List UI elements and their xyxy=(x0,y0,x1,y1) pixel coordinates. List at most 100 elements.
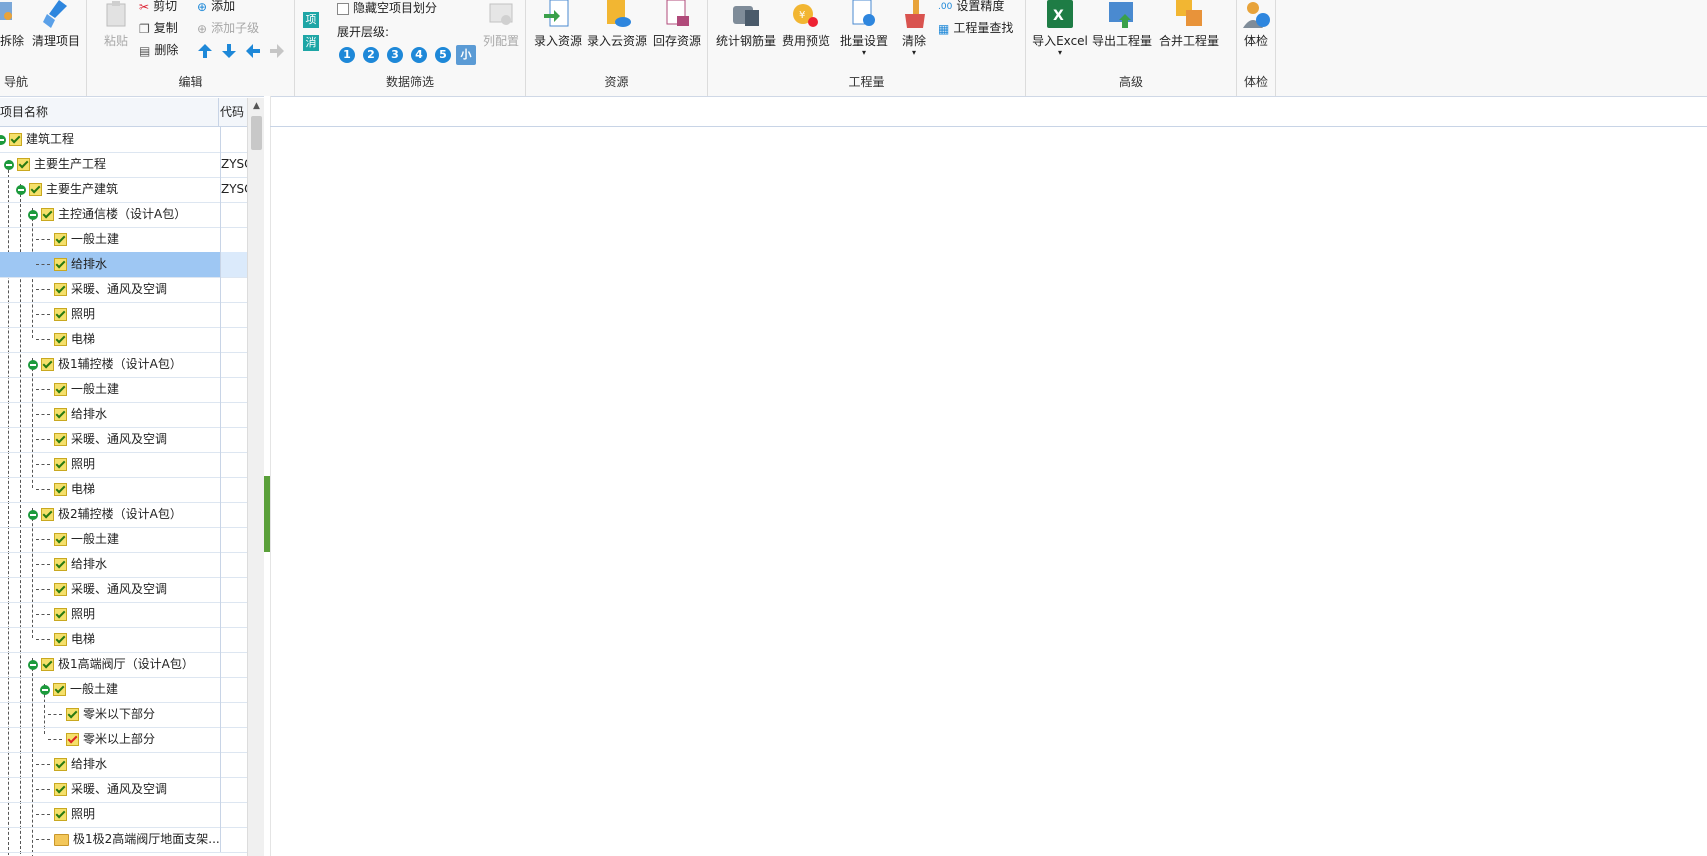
copy-button[interactable]: ❐ 复制 xyxy=(139,18,178,38)
tree-row[interactable]: 极1辅控楼（设计A包） xyxy=(0,352,247,378)
checkbox-checked-icon[interactable] xyxy=(54,283,67,296)
move-down-icon[interactable] xyxy=(221,43,237,59)
save-resource-button[interactable]: 回存资源 xyxy=(651,0,703,49)
tree-row[interactable]: 建筑工程 xyxy=(0,127,247,153)
checkbox-checked-icon[interactable] xyxy=(66,708,79,721)
tree-row[interactable]: 零米以下部分 xyxy=(0,702,247,728)
tree-row[interactable]: 主要生产建筑ZYSC xyxy=(0,177,247,203)
checkbox-checked-icon[interactable] xyxy=(54,783,67,796)
checkbox-checked-icon[interactable] xyxy=(54,408,67,421)
tree-row[interactable]: 采暖、通风及空调 xyxy=(0,777,247,803)
level-4-button[interactable]: 4 xyxy=(411,47,427,63)
checkbox-checked-icon[interactable] xyxy=(29,183,42,196)
merge-quantity-button[interactable]: 合并工程量 xyxy=(1156,0,1222,49)
tree-row[interactable]: 电梯 xyxy=(0,477,247,503)
demolish-button[interactable]: 拆除 xyxy=(0,0,24,49)
checkbox-checked-icon[interactable] xyxy=(17,158,30,171)
collapse-icon[interactable] xyxy=(28,659,38,670)
tree-row[interactable]: 给排水 xyxy=(0,402,247,428)
checkbox-checked-icon[interactable] xyxy=(54,433,67,446)
enter-resource-button[interactable]: 录入资源 xyxy=(532,0,584,49)
column-header-code[interactable]: 代码 xyxy=(220,98,246,126)
checkbox-partial-icon[interactable] xyxy=(66,733,79,746)
scroll-thumb[interactable] xyxy=(251,116,262,150)
checkbox-checked-icon[interactable] xyxy=(54,583,67,596)
tree-row[interactable]: 照明 xyxy=(0,452,247,478)
move-up-icon[interactable] xyxy=(197,43,213,59)
cost-preview-button[interactable]: ¥ 费用预览 xyxy=(780,0,832,49)
collapse-icon[interactable] xyxy=(40,684,50,695)
tree-row[interactable]: 照明 xyxy=(0,602,247,628)
checkbox-checked-icon[interactable] xyxy=(54,308,67,321)
level-2-button[interactable]: 2 xyxy=(363,47,379,63)
level-5-button[interactable]: 5 xyxy=(435,47,451,63)
batch-settings-button[interactable]: 批量设置 ▾ xyxy=(838,0,890,57)
checkbox-checked-icon[interactable] xyxy=(53,683,66,696)
level-small-button[interactable]: 小 xyxy=(456,45,476,65)
checkbox-checked-icon[interactable] xyxy=(54,458,67,471)
count-rebar-button[interactable]: 统计钢筋量 xyxy=(714,0,778,49)
level-3-button[interactable]: 3 xyxy=(387,47,403,63)
hide-empty-checkbox[interactable]: 隐藏空项目划分 xyxy=(337,0,437,18)
column-config-button[interactable]: 列配置 xyxy=(481,0,521,49)
move-left-icon[interactable] xyxy=(245,43,261,59)
checkbox-checked-icon[interactable] xyxy=(54,758,67,771)
checkbox-checked-icon[interactable] xyxy=(41,208,54,221)
checkbox-checked-icon[interactable] xyxy=(54,808,67,821)
tree-row[interactable]: 零米以上部分 xyxy=(0,727,247,753)
item-badge[interactable]: 项 xyxy=(303,12,319,28)
clean-project-button[interactable]: 清理项目 xyxy=(28,0,84,49)
enter-cloud-resource-button[interactable]: 录入云资源 xyxy=(586,0,648,49)
tree-row[interactable]: 主控通信楼（设计A包） xyxy=(0,202,247,228)
paste-button[interactable]: 粘贴 xyxy=(101,0,131,49)
checkbox-checked-icon[interactable] xyxy=(9,133,22,146)
move-right-disabled-icon[interactable] xyxy=(269,43,285,59)
checkbox-checked-icon[interactable] xyxy=(54,558,67,571)
checkbox-checked-icon[interactable] xyxy=(41,358,54,371)
checkbox-checked-icon[interactable] xyxy=(54,383,67,396)
panel-splitter[interactable] xyxy=(264,96,271,856)
collapse-icon[interactable] xyxy=(16,184,26,195)
collapse-icon[interactable] xyxy=(0,134,6,145)
checkbox-checked-icon[interactable] xyxy=(54,333,67,346)
tree-row[interactable]: 采暖、通风及空调 xyxy=(0,427,247,453)
health-check-button[interactable]: 体检 xyxy=(1237,0,1275,49)
checkbox-checked-icon[interactable] xyxy=(54,533,67,546)
set-precision-button[interactable]: .00 设置精度 xyxy=(938,0,1004,16)
checkbox-checked-icon[interactable] xyxy=(54,258,67,271)
tree-row[interactable]: 极1高端阀厅（设计A包） xyxy=(0,652,247,678)
import-excel-button[interactable]: X 导入Excel ▾ xyxy=(1032,0,1088,57)
tree-row[interactable]: 极2辅控楼（设计A包） xyxy=(0,502,247,528)
tree-row[interactable]: 给排水 xyxy=(0,552,247,578)
tree-row[interactable]: 照明 xyxy=(0,802,247,828)
tree-row[interactable]: 主要生产工程ZYSC xyxy=(0,152,247,178)
collapse-icon[interactable] xyxy=(28,359,38,370)
column-header-name[interactable]: 项目名称 xyxy=(0,98,219,126)
add-child-button[interactable]: ⊕ 添加子级 xyxy=(197,18,259,38)
tree-row[interactable]: 给排水 xyxy=(0,752,247,778)
scroll-up-icon[interactable]: ▲ xyxy=(248,98,265,114)
collapse-icon[interactable] xyxy=(28,509,38,520)
checkbox-checked-icon[interactable] xyxy=(54,608,67,621)
checkbox-checked-icon[interactable] xyxy=(41,658,54,671)
level-1-button[interactable]: 1 xyxy=(339,47,355,63)
checkbox-checked-icon[interactable] xyxy=(54,233,67,246)
checkbox-checked-icon[interactable] xyxy=(41,508,54,521)
tree-row[interactable]: 采暖、通风及空调 xyxy=(0,577,247,603)
add-button[interactable]: ⊕ 添加 xyxy=(197,0,235,16)
checkbox-checked-icon[interactable] xyxy=(54,633,67,646)
tree-row[interactable]: 一般土建 xyxy=(0,227,247,253)
tree-row[interactable]: 电梯 xyxy=(0,627,247,653)
tree-row[interactable]: 电梯 xyxy=(0,327,247,353)
clear-button[interactable]: 清除 ▾ xyxy=(896,0,932,57)
tree-row[interactable]: 采暖、通风及空调 xyxy=(0,277,247,303)
tree-row[interactable]: 一般土建 xyxy=(0,677,247,703)
tree-scrollbar[interactable]: ▲ xyxy=(247,98,265,856)
collapse-icon[interactable] xyxy=(28,209,38,220)
checkbox-checked-icon[interactable] xyxy=(54,483,67,496)
export-quantity-button[interactable]: 导出工程量 xyxy=(1090,0,1154,49)
delete-button[interactable]: ▤ 删除 xyxy=(139,40,178,60)
collapse-icon[interactable] xyxy=(4,159,14,170)
splitter-grip[interactable] xyxy=(264,476,270,552)
tree-row[interactable]: 一般土建 xyxy=(0,527,247,553)
